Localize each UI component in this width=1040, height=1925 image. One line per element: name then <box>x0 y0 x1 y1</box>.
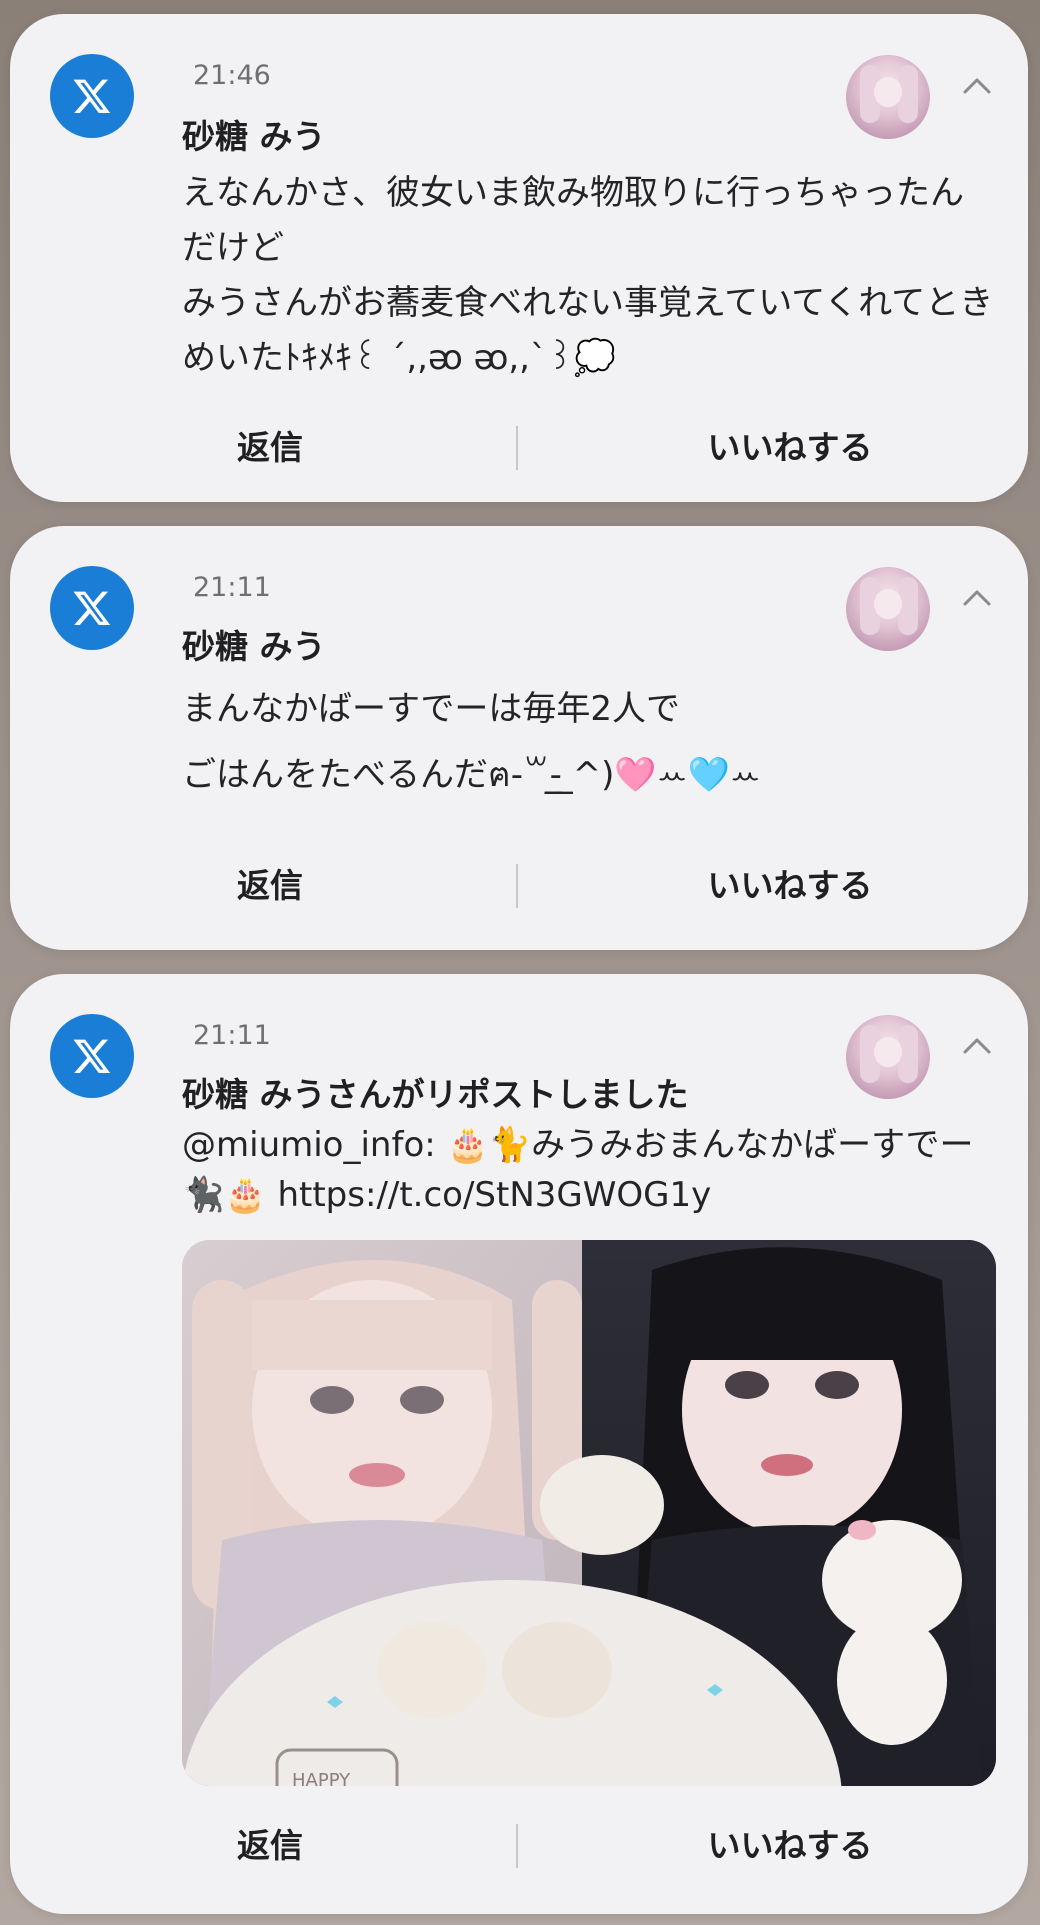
notification-card-1[interactable]: 21:46 砂糖 みう えなんかさ、彼女いま飲み物取りに行っちゃったんだけど み… <box>10 14 1028 502</box>
chevron-up-icon[interactable] <box>962 1034 992 1056</box>
sender-name: 砂糖 みう <box>182 117 326 156</box>
sender-avatar[interactable] <box>846 1015 930 1099</box>
action-divider <box>516 1824 518 1868</box>
x-logo-icon <box>50 54 134 138</box>
message-body: えなんかさ、彼女いま飲み物取りに行っちゃったんだけど みうさんがお蕎麦食べれない… <box>182 173 994 378</box>
like-button[interactable]: いいねする <box>610 856 970 916</box>
photo-illustration: HAPPY <box>182 1240 996 1786</box>
notification-card-2[interactable]: 21:11 砂糖 みう まんなかばーすでーは毎年2人で ごはんをたべるんだ‎ฅ-… <box>10 526 1028 950</box>
notification-card-3[interactable]: 21:11 砂糖 みうさんがリポストしました @miumio_info: 🎂🐈み… <box>10 974 1028 1914</box>
attached-photo[interactable]: HAPPY <box>182 1240 996 1786</box>
message-body: まんなかばーすでーは毎年2人で ごはんをたべるんだ‎ฅ-꒳-̲̲ ̲^)🩷ꕀ🩵ꕀ <box>182 689 761 795</box>
message-body: @miumio_info: 🎂🐈みうみおまんなかばーすでー🐈‍⬛🎂 https:… <box>182 1125 974 1215</box>
notification-time: 21:11 <box>193 1020 271 1051</box>
notification-time: 21:46 <box>193 60 271 91</box>
chevron-up-icon[interactable] <box>962 586 992 608</box>
sender-name: 砂糖 みう <box>182 627 326 666</box>
reply-button[interactable]: 返信 <box>150 418 390 478</box>
sender-name: 砂糖 みうさんがリポストしました <box>182 1075 689 1114</box>
like-button[interactable]: いいねする <box>610 1816 970 1876</box>
reply-button[interactable]: 返信 <box>150 1816 390 1876</box>
action-divider <box>516 426 518 470</box>
reply-button[interactable]: 返信 <box>150 856 390 916</box>
x-logo-icon <box>50 1014 134 1098</box>
notification-time: 21:11 <box>193 572 271 603</box>
like-button[interactable]: いいねする <box>610 418 970 478</box>
action-divider <box>516 864 518 908</box>
sender-avatar[interactable] <box>846 567 930 651</box>
plate-text: HAPPY <box>292 1770 351 1786</box>
sender-avatar[interactable] <box>846 55 930 139</box>
chevron-up-icon[interactable] <box>962 74 992 96</box>
x-logo-icon <box>50 566 134 650</box>
